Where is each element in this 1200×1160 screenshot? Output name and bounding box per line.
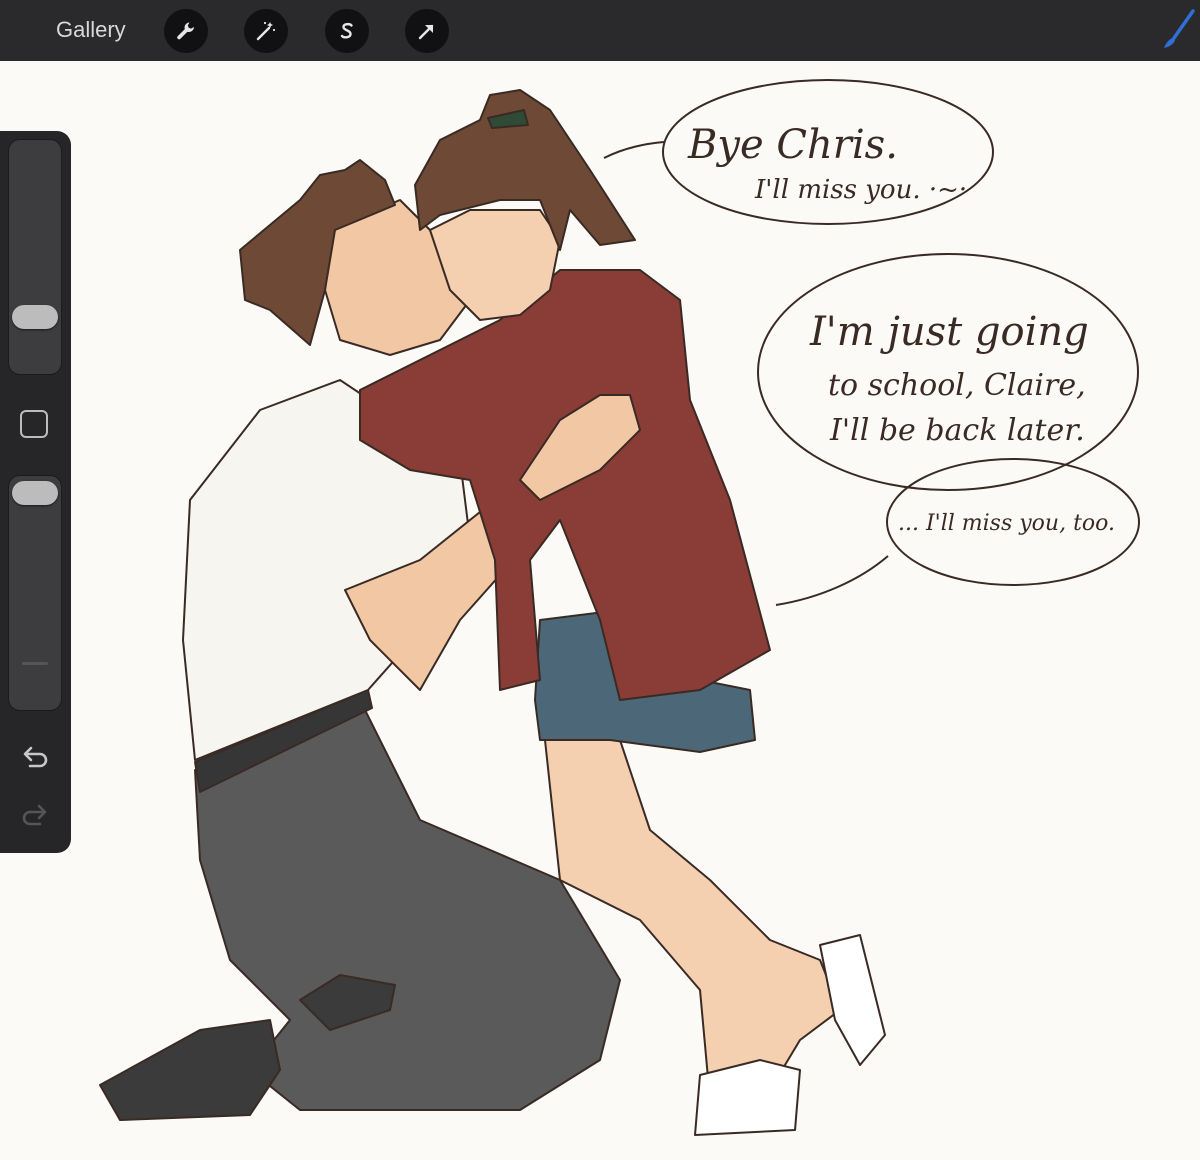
brush-opacity-knob[interactable] bbox=[12, 481, 58, 505]
wrench-icon bbox=[177, 22, 194, 40]
brush-sidebar bbox=[0, 131, 71, 853]
bubble-1-line-2: I'll miss you. ·~· bbox=[754, 175, 967, 205]
magic-wand-icon bbox=[256, 21, 276, 41]
bubble-3-line-1: ... I'll miss you, too. bbox=[898, 511, 1115, 536]
modify-square-button[interactable] bbox=[20, 410, 48, 438]
transform-button[interactable] bbox=[405, 9, 449, 53]
brush-size-knob[interactable] bbox=[12, 305, 58, 329]
brush-tool-icon[interactable] bbox=[1160, 8, 1196, 52]
actions-button[interactable] bbox=[164, 9, 208, 53]
speech-tail-3 bbox=[775, 555, 889, 606]
selection-button[interactable] bbox=[325, 9, 369, 53]
bubble-2-line-1: I'm just going bbox=[809, 309, 1089, 355]
selection-s-icon bbox=[340, 22, 353, 39]
move-arrow-icon bbox=[418, 24, 434, 40]
drawing-canvas[interactable]: Bye Chris. I'll miss you. ·~· I'm just g… bbox=[0, 61, 1200, 1160]
slider-tick bbox=[22, 662, 48, 665]
brush-size-slider[interactable] bbox=[8, 139, 62, 375]
brush-opacity-slider[interactable] bbox=[8, 475, 62, 711]
gallery-button[interactable]: Gallery bbox=[56, 17, 126, 43]
man-shoe-front bbox=[99, 1019, 281, 1121]
speech-tail-1 bbox=[603, 141, 665, 159]
bubble-2-line-2: to school, Claire, bbox=[828, 368, 1086, 403]
redo-icon[interactable] bbox=[18, 801, 52, 831]
bubble-1-line-1: Bye Chris. bbox=[687, 122, 898, 168]
adjustments-button[interactable] bbox=[244, 9, 288, 53]
undo-icon[interactable] bbox=[18, 743, 52, 773]
top-toolbar: Gallery bbox=[0, 0, 1200, 61]
bubble-2-line-3: I'll be back later. bbox=[829, 413, 1085, 448]
